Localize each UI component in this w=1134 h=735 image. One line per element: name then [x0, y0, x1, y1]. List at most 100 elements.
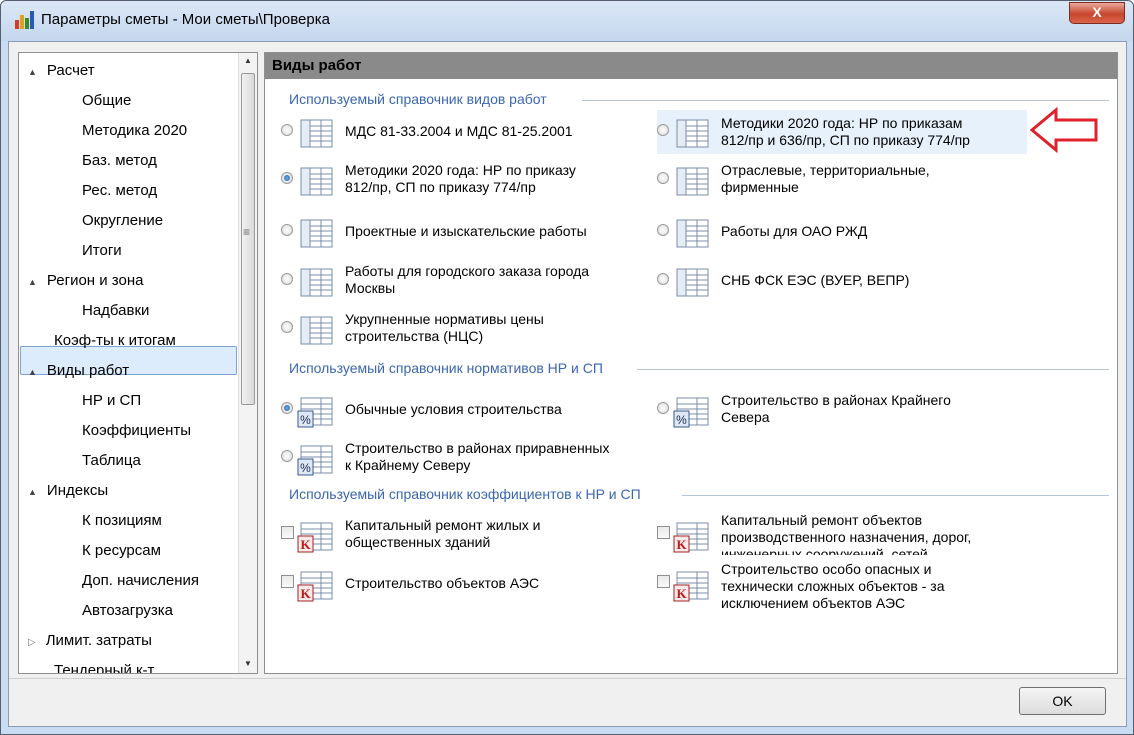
percent-glyph: %: [676, 413, 687, 427]
radio-button[interactable]: [657, 124, 669, 136]
option-moskva[interactable]: Работы для городского заказа города Моск…: [281, 261, 641, 301]
scroll-down-icon[interactable]: ▼: [244, 659, 252, 668]
expand-arrow-icon[interactable]: ▷: [28, 637, 36, 648]
option-metodiki-2020-812-636[interactable]: Методики 2020 года: НР по приказам 812/п…: [657, 110, 1027, 154]
radio-button[interactable]: [281, 124, 293, 136]
option-kapremont-zhilyh[interactable]: K Капитальный ремонт жилых и общественны…: [281, 515, 641, 555]
option-metodiki-2020-812[interactable]: Методики 2020 года: НР по приказу 812/пр…: [281, 160, 641, 200]
option-rzhd[interactable]: Работы для ОАО РЖД: [657, 212, 1017, 252]
coefficient-table-icon: K: [297, 571, 333, 602]
reference-book-icon: [300, 219, 333, 248]
collapse-arrow-icon[interactable]: ▲: [28, 277, 37, 287]
checkbox[interactable]: [657, 526, 670, 539]
tree-item-obshchie[interactable]: Общие: [82, 88, 131, 116]
close-button[interactable]: X: [1069, 2, 1125, 24]
option-priravnennye[interactable]: % Строительство в районах приравненных к…: [281, 438, 661, 478]
collapse-arrow-icon[interactable]: ▲: [28, 487, 37, 497]
option-krainii-sever[interactable]: % Строительство в районах Крайнего Север…: [657, 390, 1017, 430]
radio-button[interactable]: [657, 273, 669, 285]
radio-button[interactable]: [657, 172, 669, 184]
radio-button-selected[interactable]: [281, 172, 293, 184]
tree-item-koef-itogam[interactable]: Коэф-ты к итогам: [54, 328, 176, 356]
checkbox[interactable]: [281, 526, 294, 539]
section-divider: [682, 495, 1109, 496]
app-icon: [15, 11, 34, 29]
tree-item-label: Виды работ: [46, 362, 130, 379]
checkbox[interactable]: [657, 575, 670, 588]
ok-button[interactable]: OK: [1019, 687, 1106, 715]
option-mds-81[interactable]: МДС 81-33.2004 и МДС 81-25.2001: [281, 112, 641, 152]
percent-glyph: %: [300, 413, 311, 427]
tree-item-metodika-2020[interactable]: Методика 2020: [82, 118, 187, 146]
tree-item-k-poziciyam[interactable]: К позициям: [82, 508, 162, 536]
option-label: Капитальный ремонт объектов производстве…: [721, 515, 972, 555]
tree-item-nadbavki[interactable]: Надбавки: [82, 298, 149, 326]
scroll-thumb[interactable]: ≡: [241, 73, 255, 405]
scroll-up-icon[interactable]: ▲: [244, 56, 252, 65]
tree-item-okruglenie[interactable]: Округление: [82, 208, 163, 236]
option-label: Строительство особо опасных и технически…: [721, 561, 945, 611]
tree-item-avtozagruzka[interactable]: Автозагрузка: [82, 598, 173, 626]
checkbox[interactable]: [281, 575, 294, 588]
tree-item-itogi[interactable]: Итоги: [82, 238, 122, 266]
radio-button[interactable]: [657, 224, 669, 236]
section-title-work-types: Используемый справочник видов работ: [289, 91, 547, 107]
collapse-arrow-icon[interactable]: ▲: [28, 367, 37, 377]
k-glyph: K: [676, 537, 687, 552]
option-osobo-opasnye[interactable]: K Строительство особо опасных и техничес…: [657, 561, 1017, 620]
option-ncs[interactable]: Укрупненные нормативы цены строительства…: [281, 309, 641, 349]
close-icon: X: [1092, 4, 1102, 20]
coefficient-table-icon: K: [673, 571, 709, 602]
collapse-arrow-icon[interactable]: ▲: [28, 67, 37, 77]
radio-button[interactable]: [281, 224, 293, 236]
tree-scrollbar[interactable]: ▲ ≡ ▼: [238, 53, 257, 673]
tree-item-res-metod[interactable]: Рес. метод: [82, 178, 157, 206]
tree-item-label: Индексы: [46, 482, 109, 499]
tree-item-limit-zatraty[interactable]: ▷ Лимит. затраты: [28, 628, 152, 656]
settings-panel: Виды работ Используемый справочник видов…: [264, 52, 1118, 674]
option-kapremont-proizvodstvennyh[interactable]: K Капитальный ремонт объектов производст…: [657, 515, 1017, 555]
tree-item-k-resursam[interactable]: К ресурсам: [82, 538, 161, 566]
option-obychnye-usloviya[interactable]: % Обычные условия строительства: [281, 390, 641, 430]
radio-button[interactable]: [657, 402, 669, 414]
tree-item-koefficienty[interactable]: Коэффициенты: [82, 418, 191, 446]
tree-item-region[interactable]: ▲ Регион и зона: [28, 268, 143, 296]
option-label: Обычные условия строительства: [345, 401, 562, 417]
tree-item-tendernyi-kt[interactable]: Тендерный к-т: [54, 658, 154, 673]
coefficient-table-icon: K: [297, 522, 333, 553]
option-label: Отраслевые, территориальные, фирменные: [721, 162, 930, 195]
option-label: СНБ ФСК ЕЭС (ВУЕР, ВЕПР): [721, 272, 910, 288]
radio-button-selected[interactable]: [281, 402, 293, 414]
tree-item-indeksy[interactable]: ▲ Индексы: [28, 478, 108, 506]
percent-glyph: %: [300, 461, 311, 475]
reference-book-icon: [676, 219, 709, 248]
option-label: Работы для ОАО РЖД: [721, 223, 868, 239]
tree-item-tablica[interactable]: Таблица: [82, 448, 141, 476]
tree-item-label: Регион и зона: [46, 272, 144, 289]
option-label: Строительство в районах приравненных к К…: [345, 440, 610, 473]
option-otraslevye[interactable]: Отраслевые, территориальные, фирменные: [657, 160, 1017, 200]
k-glyph: K: [300, 537, 311, 552]
option-label: Укрупненные нормативы цены строительства…: [345, 311, 544, 344]
tree-item-dop-nachisleniya[interactable]: Доп. начисления: [82, 568, 199, 596]
k-glyph: K: [676, 586, 687, 601]
radio-button[interactable]: [281, 450, 293, 462]
tree-item-baz-metod[interactable]: Баз. метод: [82, 148, 157, 176]
radio-button[interactable]: [281, 321, 293, 333]
reference-book-icon: [300, 316, 333, 345]
option-proektnye[interactable]: Проектные и изыскательские работы: [281, 212, 641, 252]
option-label: Проектные и изыскательские работы: [345, 223, 587, 239]
settings-tree: ▲ Расчет Общие Методика 2020 Баз. метод Р…: [18, 52, 258, 674]
radio-button[interactable]: [281, 273, 293, 285]
red-arrow-annotation-icon: [1030, 107, 1098, 153]
dialog-client-area: ▲ Расчет Общие Методика 2020 Баз. метод Р…: [8, 41, 1127, 727]
option-label: Работы для городского заказа города Моск…: [345, 263, 590, 296]
tree-item-vidy-rabot[interactable]: ▲ Виды работ: [28, 358, 129, 386]
option-aes[interactable]: K Строительство объектов АЭС: [281, 564, 641, 604]
norms-table-icon: %: [297, 445, 333, 476]
footer-divider: [9, 678, 1126, 679]
option-snb-fsk[interactable]: СНБ ФСК ЕЭС (ВУЕР, ВЕПР): [657, 261, 1017, 301]
tree-item-nr-sp[interactable]: НР и СП: [82, 388, 141, 416]
tree-item-raschet[interactable]: ▲ Расчет: [28, 58, 95, 86]
title-bar[interactable]: Параметры сметы - Мои сметы\Проверка X: [1, 1, 1133, 41]
